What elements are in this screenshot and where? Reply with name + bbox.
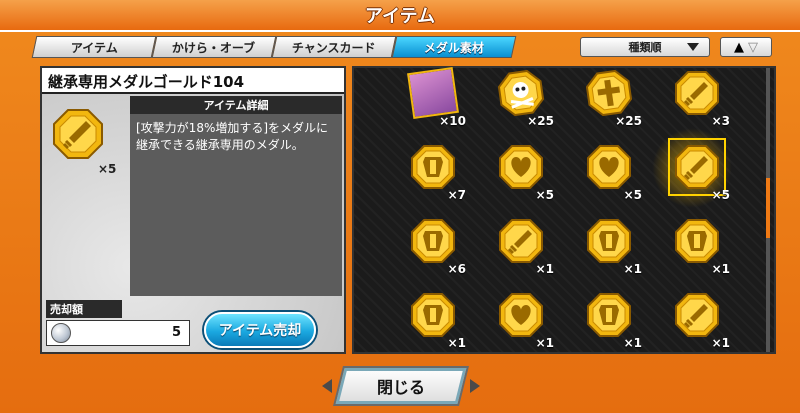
sell-item-button-label: アイテム売却 (218, 323, 302, 339)
shield-medal-icon (411, 219, 455, 263)
medal-count: ×25 (527, 114, 554, 128)
medal-count: ×1 (535, 336, 554, 350)
medal-count: ×6 (447, 262, 466, 276)
item-count: ×5 (98, 162, 117, 176)
coin-icon (51, 323, 71, 343)
medal-count: ×7 (447, 188, 466, 202)
medal-count: ×1 (711, 262, 730, 276)
medal-slot[interactable]: ×1 (662, 290, 732, 350)
item-detail-panel: 継承専用メダルゴールド104 ×5 アイテム詳細 [攻撃力が18%増加する]をメ… (40, 66, 346, 354)
medal-slot[interactable]: ×1 (574, 290, 644, 350)
character-portrait-icon (407, 67, 459, 119)
medal-count: ×1 (623, 336, 642, 350)
close-button-label: 閉じる (376, 378, 425, 397)
left-arrow-decoration (322, 379, 332, 393)
shield-medal-icon (411, 145, 455, 189)
cross-medal-icon (586, 70, 632, 116)
tab-chance-cards[interactable]: チャンスカード (271, 36, 397, 58)
arrow-up-icon: ▲ (734, 39, 744, 55)
medal-count: ×1 (447, 336, 466, 350)
medal-slot[interactable]: ×10 (398, 67, 468, 128)
medal-slot[interactable]: ×5 (574, 142, 644, 202)
medal-slot[interactable]: ×1 (486, 216, 556, 276)
medal-count: ×5 (711, 188, 730, 202)
sword-medal-icon (499, 219, 543, 263)
heart-medal-icon (499, 145, 543, 189)
heart-medal-icon (499, 293, 543, 337)
item-description: [攻撃力が18%増加する]をメダルに継承できる継承専用のメダル。 (130, 114, 342, 296)
close-button[interactable]: 閉じる (333, 366, 469, 406)
tab-items[interactable]: アイテム (31, 36, 157, 58)
sword-medal-icon (668, 138, 726, 196)
medal-count: ×10 (439, 114, 466, 128)
sword-medal-icon (675, 293, 719, 337)
tab-bar: アイテム かけら・オーブ チャンスカード メダル素材 (31, 36, 517, 58)
sell-price-value: 5 (171, 325, 181, 340)
medal-count: ×1 (535, 262, 554, 276)
medal-slot[interactable]: ×25 (486, 68, 556, 128)
shield-medal-icon (587, 293, 631, 337)
sort-order-toggle[interactable]: ▲ ▽ (720, 37, 772, 57)
sort-label: 種類順 (628, 41, 662, 54)
medal-count: ×3 (711, 114, 730, 128)
medal-slot[interactable]: ×6 (398, 216, 468, 276)
tab-medal-materials[interactable]: メダル素材 (391, 36, 517, 58)
tab-fragments-orbs[interactable]: かけら・オーブ (151, 36, 277, 58)
medal-count: ×5 (535, 188, 554, 202)
medal-count: ×5 (623, 188, 642, 202)
medal-slot[interactable]: ×5 (662, 138, 732, 202)
medal-slot[interactable]: ×5 (486, 142, 556, 202)
heart-medal-icon (587, 145, 631, 189)
shield-medal-icon (587, 219, 631, 263)
medal-slot[interactable]: ×1 (398, 290, 468, 350)
medal-slot[interactable]: ×3 (662, 68, 732, 128)
medal-count: ×1 (711, 336, 730, 350)
sell-item-button[interactable]: アイテム売却 (204, 312, 316, 348)
medal-count: ×25 (615, 114, 642, 128)
medal-count: ×1 (623, 262, 642, 276)
arrow-down-icon: ▽ (748, 39, 758, 55)
item-name: 継承専用メダルゴールド104 (42, 68, 344, 94)
medal-slot[interactable]: ×1 (662, 216, 732, 276)
shield-medal-icon (675, 219, 719, 263)
sword-medal-icon (53, 109, 103, 159)
right-arrow-decoration (470, 379, 480, 393)
title-bar: アイテム (0, 0, 800, 32)
sword-medal-icon (675, 71, 719, 115)
sell-price-label: 売却額 (46, 300, 122, 318)
sort-dropdown[interactable]: 種類順 (580, 37, 710, 57)
skull-crossbones-medal-icon (498, 70, 544, 116)
scrollbar-thumb[interactable] (766, 178, 770, 238)
medal-slot[interactable]: ×1 (574, 216, 644, 276)
scrollbar[interactable] (766, 68, 770, 352)
shield-medal-icon (411, 293, 455, 337)
chevron-down-icon (687, 43, 699, 51)
page-title: アイテム (364, 6, 436, 27)
sell-price-box: 5 (46, 320, 190, 346)
medal-slot[interactable]: ×1 (486, 290, 556, 350)
medal-slot[interactable]: ×7 (398, 142, 468, 202)
detail-header: アイテム詳細 (130, 96, 342, 114)
medal-slot[interactable]: ×25 (574, 68, 644, 128)
